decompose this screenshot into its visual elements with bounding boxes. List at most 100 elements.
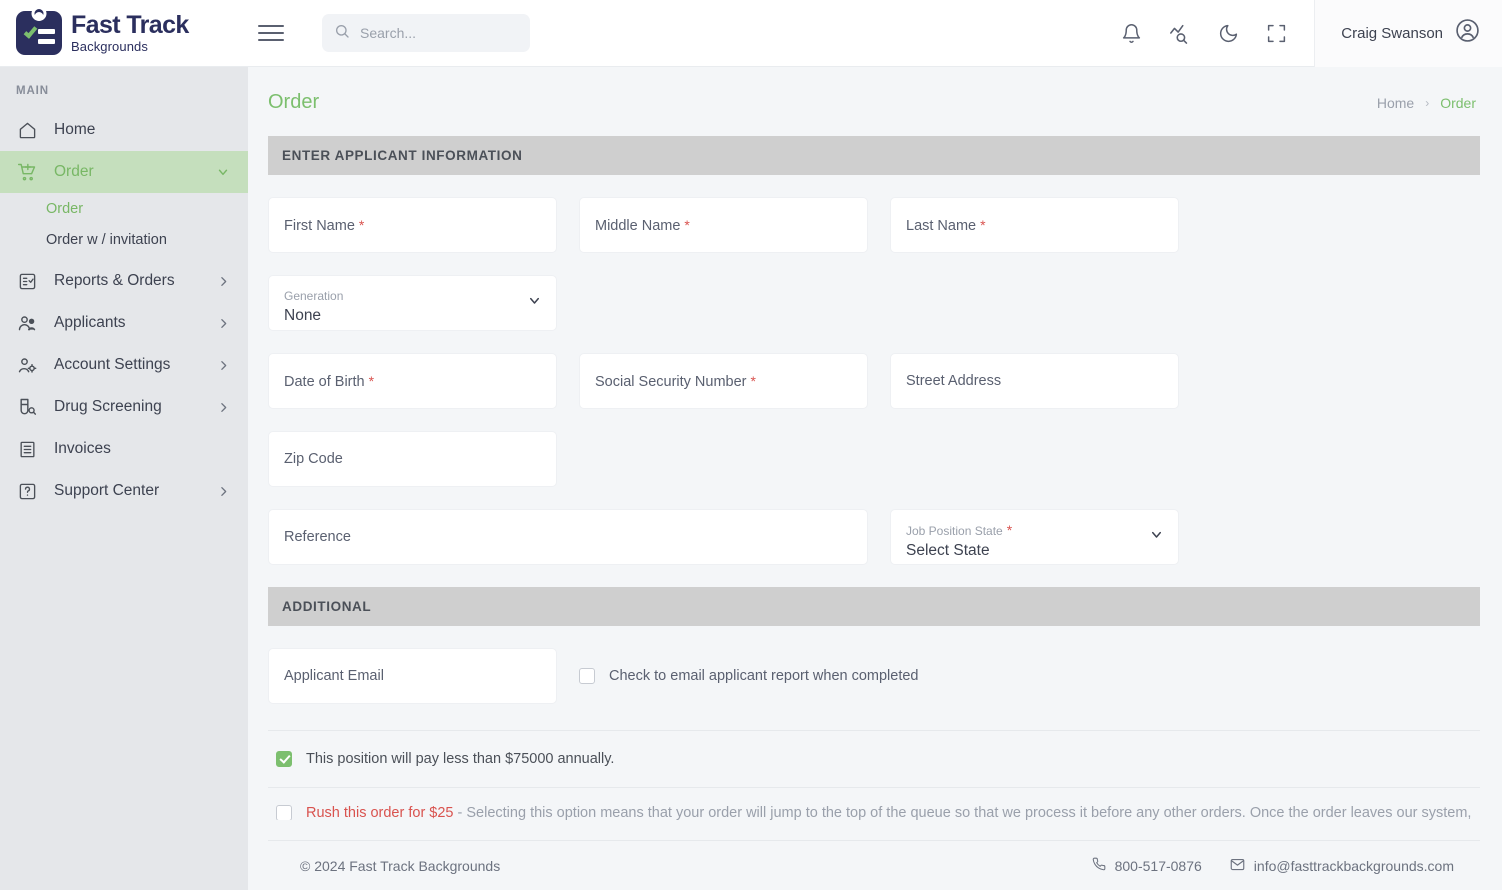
sidebar-item-applicants[interactable]: Applicants bbox=[0, 302, 248, 344]
hamburger-menu-icon[interactable] bbox=[258, 20, 284, 46]
last-name-field[interactable]: Last Name* bbox=[890, 197, 1179, 253]
brand-name: Fast Track bbox=[71, 13, 189, 38]
generation-label: Generation bbox=[284, 289, 541, 303]
applicant-field-row-1: First Name* Middle Name* Last Name* Gene… bbox=[268, 175, 1480, 331]
sidebar-subitem-label: Order w / invitation bbox=[46, 232, 167, 248]
email-report-label: Check to email applicant report when com… bbox=[609, 668, 919, 684]
brand-logo[interactable]: Fast Track Backgrounds bbox=[0, 11, 248, 55]
rush-order-checkbox[interactable] bbox=[276, 805, 292, 820]
sidebar-item-label: Account Settings bbox=[54, 356, 201, 374]
section-header-applicant: ENTER APPLICANT INFORMATION bbox=[268, 136, 1480, 175]
middle-name-field[interactable]: Middle Name* bbox=[579, 197, 868, 253]
footer-email-address: info@fasttrackbackgrounds.com bbox=[1254, 858, 1454, 874]
chevron-down-icon[interactable] bbox=[1149, 527, 1164, 547]
user-name: Craig Swanson bbox=[1341, 25, 1443, 42]
sidebar-subitem-order[interactable]: Order bbox=[0, 193, 248, 224]
body-area: MAIN Home Order Order bbox=[0, 67, 1502, 890]
footer-contacts: 800-517-0876 info@fasttrackbackgrounds.c… bbox=[1092, 857, 1454, 875]
sidebar-item-invoices[interactable]: Invoices bbox=[0, 428, 248, 470]
sidebar-item-home[interactable]: Home bbox=[0, 109, 248, 151]
vial-search-icon bbox=[16, 397, 38, 417]
chevron-right-icon[interactable] bbox=[217, 359, 230, 372]
brand-text: Fast Track Backgrounds bbox=[71, 13, 189, 53]
phone-icon bbox=[1092, 857, 1106, 874]
date-of-birth-field[interactable]: Date of Birth* bbox=[268, 353, 557, 409]
footer-phone[interactable]: 800-517-0876 bbox=[1092, 857, 1202, 874]
required-marker: * bbox=[980, 217, 985, 233]
rush-order-row[interactable]: Rush this order for $25 - Selecting this… bbox=[268, 788, 1480, 820]
sidebar-caption: MAIN bbox=[0, 85, 248, 109]
generation-value: None bbox=[284, 307, 541, 325]
sidebar-item-drug-screening[interactable]: Drug Screening bbox=[0, 386, 248, 428]
sidebar: MAIN Home Order Order bbox=[0, 67, 248, 890]
sidebar-item-label: Invoices bbox=[54, 440, 230, 458]
first-name-field[interactable]: First Name* bbox=[268, 197, 557, 253]
analytics-search-icon[interactable] bbox=[1169, 22, 1191, 44]
required-marker: * bbox=[369, 373, 374, 389]
sidebar-item-reports-orders[interactable]: Reports & Orders bbox=[0, 260, 248, 302]
zip-code-label: Zip Code bbox=[284, 451, 541, 467]
search-box[interactable] bbox=[322, 14, 530, 52]
email-report-checkbox-row[interactable]: Check to email applicant report when com… bbox=[579, 668, 919, 684]
main-content: Order Home › Order ENTER APPLICANT INFOR… bbox=[248, 67, 1502, 890]
sidebar-subnav-order: Order Order w / invitation bbox=[0, 193, 248, 255]
sidebar-subitem-order-w-invitation[interactable]: Order w / invitation bbox=[0, 224, 248, 255]
rush-order-description: - Selecting this option means that your … bbox=[306, 805, 1471, 820]
bell-icon[interactable] bbox=[1121, 23, 1142, 44]
applicant-email-field[interactable]: Applicant Email bbox=[268, 648, 557, 704]
footer-email[interactable]: info@fasttrackbackgrounds.com bbox=[1230, 857, 1454, 875]
breadcrumb-separator: › bbox=[1425, 96, 1429, 110]
street-address-label: Street Address bbox=[906, 373, 1163, 389]
user-gear-icon bbox=[16, 355, 38, 375]
reference-label: Reference bbox=[284, 529, 852, 545]
chevron-down-icon[interactable] bbox=[216, 165, 230, 179]
generation-select[interactable]: Generation None bbox=[268, 275, 557, 331]
zip-code-field[interactable]: Zip Code bbox=[268, 431, 557, 487]
user-menu[interactable]: Craig Swanson bbox=[1314, 0, 1502, 67]
page-title: Order bbox=[268, 91, 319, 114]
job-position-state-select[interactable]: Job Position State* Select State bbox=[890, 509, 1179, 565]
last-name-label: Last Name* bbox=[906, 217, 1163, 234]
search-input[interactable] bbox=[360, 25, 518, 41]
required-marker: * bbox=[359, 217, 364, 233]
footer-copyright: © 2024 Fast Track Backgrounds bbox=[300, 858, 500, 874]
pay-threshold-checkbox[interactable] bbox=[276, 751, 292, 767]
sidebar-item-label: Drug Screening bbox=[54, 398, 201, 416]
section-header-additional: ADDITIONAL bbox=[268, 587, 1480, 626]
job-position-state-label: Job Position State* bbox=[906, 522, 1163, 539]
invoice-icon bbox=[16, 440, 38, 459]
sidebar-item-order[interactable]: Order bbox=[0, 151, 248, 193]
middle-name-label: Middle Name* bbox=[595, 217, 852, 234]
chevron-down-icon[interactable] bbox=[527, 293, 542, 313]
sidebar-item-account-settings[interactable]: Account Settings bbox=[0, 344, 248, 386]
moon-icon[interactable] bbox=[1218, 23, 1239, 44]
page-header: Order Home › Order bbox=[248, 67, 1502, 114]
fullscreen-icon[interactable] bbox=[1266, 23, 1287, 44]
sidebar-item-support-center[interactable]: Support Center bbox=[0, 470, 248, 512]
ssn-label: Social Security Number* bbox=[595, 373, 852, 390]
breadcrumb-current[interactable]: Order bbox=[1440, 95, 1476, 111]
report-icon bbox=[16, 272, 38, 291]
rush-order-highlight: Rush this order for $25 bbox=[306, 805, 454, 820]
breadcrumb: Home › Order bbox=[1377, 95, 1476, 111]
chevron-right-icon[interactable] bbox=[217, 317, 230, 330]
pay-threshold-row[interactable]: This position will pay less than $75000 … bbox=[268, 731, 1480, 787]
ssn-field[interactable]: Social Security Number* bbox=[579, 353, 868, 409]
user-avatar-icon[interactable] bbox=[1455, 18, 1480, 48]
sidebar-item-label: Order bbox=[54, 163, 200, 181]
order-form: ENTER APPLICANT INFORMATION First Name* … bbox=[248, 114, 1502, 820]
reference-field[interactable]: Reference bbox=[268, 509, 868, 565]
breadcrumb-home[interactable]: Home bbox=[1377, 95, 1414, 111]
home-icon bbox=[16, 121, 38, 140]
chevron-right-icon[interactable] bbox=[217, 401, 230, 414]
chevron-right-icon[interactable] bbox=[217, 275, 230, 288]
email-report-checkbox[interactable] bbox=[579, 668, 595, 684]
applicant-field-row-2: Date of Birth* Social Security Number* S… bbox=[268, 331, 1480, 487]
street-address-field[interactable]: Street Address bbox=[890, 353, 1179, 409]
sidebar-item-label: Reports & Orders bbox=[54, 272, 201, 290]
footer-phone-number: 800-517-0876 bbox=[1115, 858, 1202, 874]
top-icon-group bbox=[1121, 22, 1314, 44]
chevron-right-icon[interactable] bbox=[217, 485, 230, 498]
sidebar-subitem-label: Order bbox=[46, 201, 83, 217]
rush-order-text: Rush this order for $25 - Selecting this… bbox=[306, 802, 1480, 820]
